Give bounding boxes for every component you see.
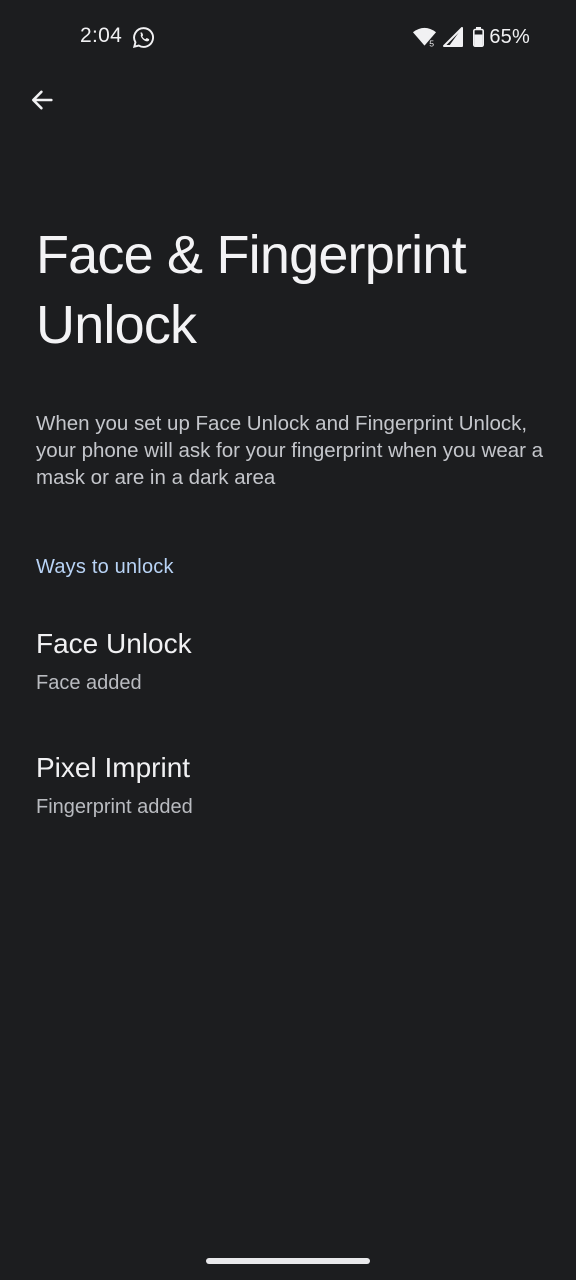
face-unlock-title: Face Unlock <box>36 628 192 659</box>
face-unlock-status: Face added <box>36 672 142 694</box>
status-icons: 5 65% <box>412 24 530 50</box>
svg-text:5: 5 <box>430 39 435 48</box>
status-time: 2:04 <box>80 24 123 47</box>
pixel-imprint-item[interactable]: Pixel Imprint Fingerprint added <box>0 740 576 852</box>
battery-percentage: 65% <box>489 25 530 48</box>
signal-icon <box>443 27 464 47</box>
back-button[interactable] <box>22 80 62 120</box>
face-unlock-item[interactable]: Face Unlock Face added <box>0 616 576 728</box>
gesture-navigation-handle[interactable] <box>206 1258 370 1264</box>
back-arrow-icon <box>31 90 53 110</box>
whatsapp-icon <box>132 27 154 49</box>
pixel-imprint-status: Fingerprint added <box>36 796 193 818</box>
section-header-ways-to-unlock: Ways to unlock <box>36 556 174 578</box>
page-title: Face & Fingerprint Unlock <box>36 225 467 355</box>
wifi-icon: 5 <box>413 27 437 48</box>
pixel-imprint-title: Pixel Imprint <box>36 752 191 783</box>
battery-icon <box>473 27 485 47</box>
status-bar: 2:04 5 65% <box>0 0 576 72</box>
page-description: When you set up Face Unlock and Fingerpr… <box>36 412 544 489</box>
